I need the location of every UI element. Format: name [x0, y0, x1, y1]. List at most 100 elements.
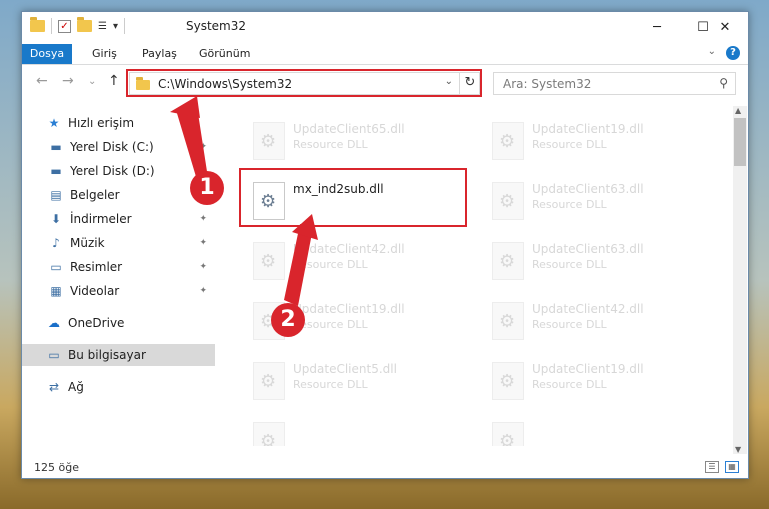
file-type: Resource DLL	[532, 318, 607, 331]
details-view-icon[interactable]: ☰	[705, 461, 719, 473]
minimize-button[interactable]: ─	[634, 12, 680, 42]
file-type: Resource DLL	[293, 258, 368, 271]
sidebar-item-label: Ağ	[68, 380, 84, 394]
quick-access-toolbar: ✓ ☰ ▾	[30, 17, 125, 34]
item-count: 125 öğe	[34, 461, 79, 474]
file-name: UpdateClient65.dll	[293, 122, 405, 136]
search-box[interactable]: Ara: System32 ⚲	[493, 72, 736, 95]
tab-view[interactable]: Görünüm	[199, 44, 250, 64]
sidebar-item-label: Müzik	[70, 236, 105, 250]
pin-icon[interactable]: ✦	[199, 142, 207, 152]
drive-icon: ▬	[50, 164, 62, 178]
scroll-thumb[interactable]	[734, 118, 746, 166]
network-icon: ⇄	[48, 380, 60, 394]
ribbon-divider	[22, 64, 748, 65]
file-item[interactable]: UpdateClient63.dll Resource DLL	[482, 174, 702, 224]
sidebar-item-label: Belgeler	[70, 188, 120, 202]
tab-share[interactable]: Paylaş	[142, 44, 177, 64]
status-bar: 125 öğe ☰ ▦	[22, 458, 748, 478]
file-name: UpdateClient5.dll	[293, 362, 397, 376]
pin-icon[interactable]: ✦	[199, 286, 207, 296]
callout-2: 2	[271, 303, 305, 337]
customize-toolbar-icon[interactable]: ☰	[98, 21, 107, 32]
ribbon-tabs: Dosya Giriş Paylaş Görünüm ⌄ ?	[22, 44, 748, 64]
sidebar-item[interactable]: ▭ Bu bilgisayar	[22, 344, 215, 366]
title-bar: ✓ ☰ ▾ System32 ─ ☐ ✕	[22, 12, 748, 42]
file-type: Resource DLL	[293, 138, 368, 151]
file-item[interactable]: UpdateClient42.dll Resource DLL	[482, 294, 702, 344]
sidebar-item-label: OneDrive	[68, 316, 125, 330]
file-item[interactable]: UpdateClient63.dll Resource DLL	[482, 234, 702, 284]
pin-icon[interactable]: ✦	[199, 238, 207, 248]
file-name: UpdateClient63.dll	[532, 182, 644, 196]
help-icon[interactable]: ?	[726, 46, 740, 60]
file-item[interactable]: UpdateClient65.dll Resource DLL	[243, 114, 463, 164]
up-icon[interactable]: ↑	[108, 73, 120, 89]
sidebar-item-label: Resimler	[70, 260, 123, 274]
dll-file-icon	[492, 422, 524, 446]
dll-file-icon	[492, 122, 524, 160]
search-icon[interactable]: ⚲	[719, 76, 728, 90]
callout-1: 1	[190, 171, 224, 205]
toolbar-separator	[51, 18, 52, 34]
window-title: System32	[186, 19, 247, 33]
sidebar-item-label: İndirmeler	[70, 212, 132, 226]
sidebar-item-label: Yerel Disk (D:)	[70, 164, 155, 178]
toolbar-dropdown-icon[interactable]: ▾	[113, 21, 118, 32]
drive-icon: ▬	[50, 140, 62, 154]
sidebar-item[interactable]: ☁ OneDrive	[22, 312, 215, 334]
dll-file-icon	[253, 422, 285, 446]
star-icon: ★	[48, 116, 60, 130]
computer-icon: ▭	[48, 348, 60, 362]
scroll-down-icon[interactable]: ▼	[735, 445, 741, 454]
scroll-up-icon[interactable]: ▲	[735, 106, 741, 115]
file-highlight-box	[239, 168, 467, 227]
tab-file[interactable]: Dosya	[22, 44, 72, 64]
sidebar-item-label: Hızlı erişim	[68, 116, 135, 130]
sidebar-item[interactable]: ♪ Müzik ✦	[22, 232, 215, 254]
downloads-icon: ⬇	[50, 212, 62, 226]
expand-ribbon-icon[interactable]: ⌄	[708, 46, 716, 57]
properties-icon[interactable]: ✓	[58, 19, 71, 33]
file-type: Resource DLL	[532, 138, 607, 151]
file-item[interactable]: UpdateClient42.dll Resource DLL	[243, 234, 463, 284]
sidebar-item[interactable]: ▬Yerel Disk (D:)✦	[22, 160, 215, 182]
search-placeholder: Ara: System32	[503, 77, 592, 91]
sidebar-item[interactable]: ⇄ Ağ	[22, 376, 215, 398]
close-button[interactable]: ✕	[702, 12, 748, 42]
new-folder-icon[interactable]	[77, 17, 92, 32]
recent-locations-icon[interactable]: ⌄	[88, 76, 96, 87]
sidebar-item[interactable]: ▦ Videolar ✦	[22, 280, 215, 302]
pictures-icon: ▭	[50, 260, 62, 274]
file-list: UpdateClient65.dllResource DLLmx_ind2sub…	[223, 106, 733, 446]
tab-home[interactable]: Giriş	[92, 44, 117, 64]
back-icon[interactable]: ←	[36, 73, 48, 89]
sidebar-item[interactable]: ▬ Yerel Disk (C:) ✦	[22, 136, 215, 158]
file-item[interactable]	[243, 414, 463, 446]
large-icons-view-icon[interactable]: ▦	[725, 461, 739, 473]
sidebar-item[interactable]: ▤Belgeler✦	[22, 184, 215, 206]
file-type: Resource DLL	[532, 198, 607, 211]
vertical-scrollbar[interactable]: ▲ ▼	[733, 106, 747, 454]
sidebar-item[interactable]: ⬇ İndirmeler ✦	[22, 208, 215, 230]
file-name: UpdateClient19.dll	[293, 302, 405, 316]
file-item[interactable]: UpdateClient19.dll Resource DLL	[482, 354, 702, 404]
dll-file-icon	[492, 302, 524, 340]
navigation-pane: ★ Hızlı erişim ▬ Yerel Disk (C:) ✦ ▬ Yerel Dis…	[22, 106, 215, 446]
file-item[interactable]	[482, 414, 702, 446]
dll-file-icon	[492, 242, 524, 280]
sidebar-item[interactable]: ▭ Resimler ✦	[22, 256, 215, 278]
music-icon: ♪	[52, 236, 60, 250]
file-name: UpdateClient63.dll	[532, 242, 644, 256]
pin-icon[interactable]: ✦	[199, 214, 207, 224]
file-name: UpdateClient19.dll	[532, 362, 644, 376]
file-item[interactable]: UpdateClient19.dll Resource DLL	[482, 114, 702, 164]
pin-icon[interactable]: ✦	[199, 262, 207, 272]
file-item[interactable]: UpdateClient5.dll Resource DLL	[243, 354, 463, 404]
sidebar-item[interactable]: ★ Hızlı erişim	[22, 112, 215, 134]
dll-file-icon	[253, 362, 285, 400]
dll-file-icon	[492, 182, 524, 220]
file-type: Resource DLL	[532, 378, 607, 391]
sidebar-item-label: Videolar	[70, 284, 120, 298]
forward-icon[interactable]: →	[62, 73, 74, 89]
